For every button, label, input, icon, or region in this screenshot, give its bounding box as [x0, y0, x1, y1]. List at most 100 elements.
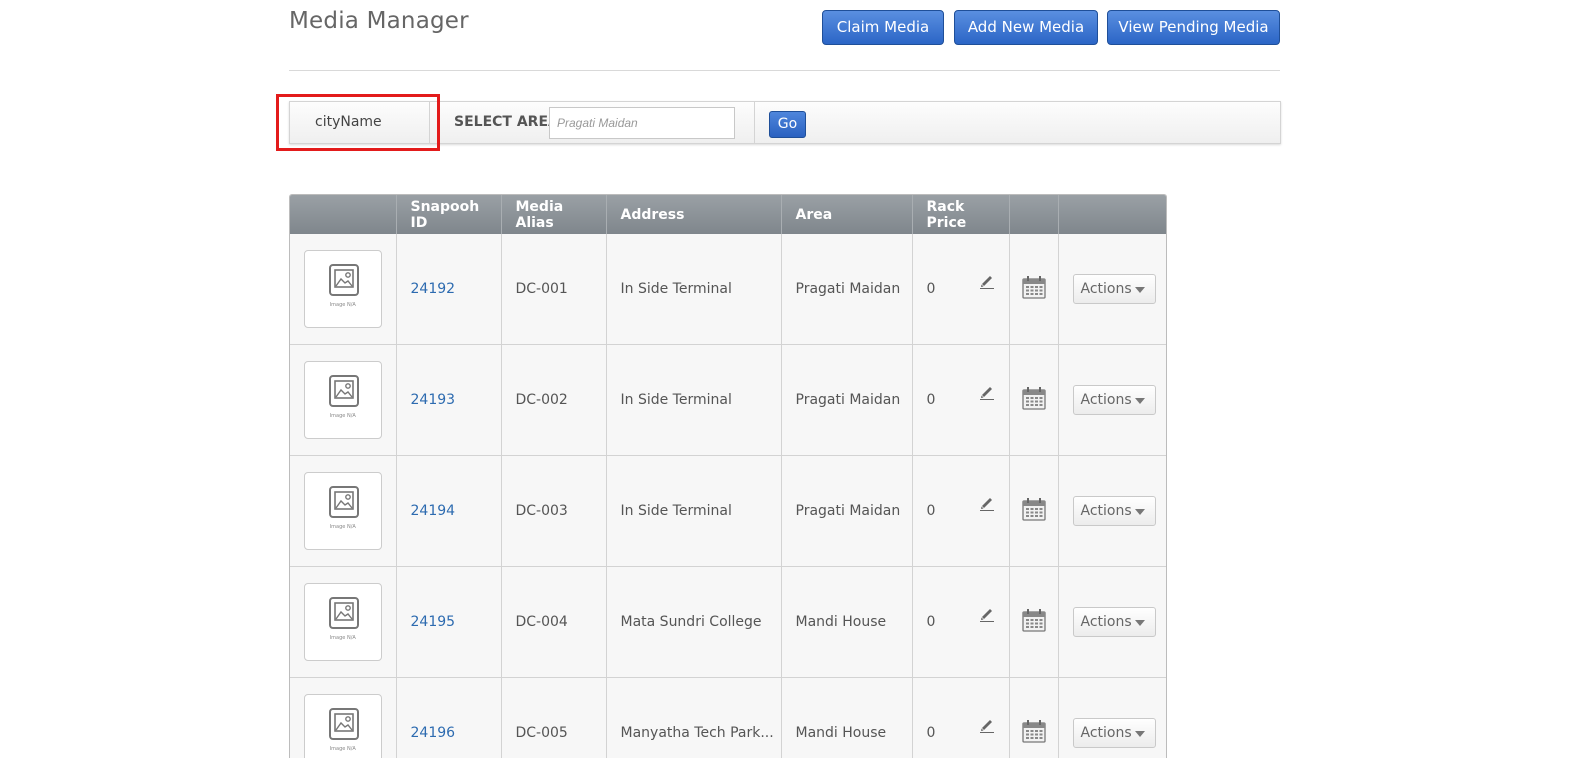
rack-price-cell: 0 — [912, 455, 1010, 567]
caret-down-icon — [1134, 731, 1145, 737]
media-alias-cell: DC-004 — [501, 566, 607, 678]
caret-down-icon — [1134, 509, 1145, 515]
thumbnail-cell: Image N/A — [290, 566, 397, 678]
calendar-icon[interactable] — [1021, 387, 1046, 414]
media-table: Snapooh ID Media Alias Address Area Rack… — [289, 194, 1167, 758]
actions-cell: Actions — [1058, 677, 1166, 758]
thumbnail-cell: Image N/A — [290, 677, 397, 758]
image-caption: Image N/A — [329, 746, 356, 752]
media-thumbnail[interactable]: Image N/A — [303, 250, 382, 328]
header-address[interactable]: Address — [606, 195, 782, 234]
table-row: Image N/A 24195 DC-004 Mata Sundri Colle… — [290, 566, 1166, 678]
snapooh-id-link[interactable]: 24194 — [411, 503, 456, 519]
pencil-icon[interactable] — [979, 384, 995, 404]
actions-cell: Actions — [1058, 455, 1166, 567]
header-rack-price[interactable]: Rack Price — [912, 195, 1010, 234]
pencil-icon[interactable] — [979, 495, 995, 515]
header-media-alias[interactable]: Media Alias — [501, 195, 607, 234]
select-area-label: SELECT AREA — [454, 114, 559, 130]
actions-cell: Actions — [1058, 566, 1166, 678]
caret-down-icon — [1134, 620, 1145, 626]
snapooh-id-link[interactable]: 24192 — [411, 281, 456, 297]
media-thumbnail[interactable]: Image N/A — [303, 472, 382, 550]
header-actions — [1058, 195, 1166, 234]
go-button[interactable]: Go — [769, 111, 806, 138]
area-cell: Pragati Maidan — [781, 455, 913, 567]
header-calendar — [1009, 195, 1059, 234]
header-area[interactable]: Area — [781, 195, 913, 234]
address-cell: Mata Sundri College — [606, 566, 782, 678]
thumbnail-cell: Image N/A — [290, 455, 397, 567]
rack-price-value: 0 — [926, 281, 936, 297]
calendar-icon[interactable] — [1021, 276, 1046, 303]
view-pending-media-button[interactable]: View Pending Media — [1107, 10, 1280, 45]
rack-price-cell: 0 — [912, 234, 1010, 345]
rack-price-value: 0 — [926, 725, 936, 741]
snapooh-id-cell: 24192 — [396, 234, 502, 345]
area-input[interactable] — [549, 107, 735, 139]
media-thumbnail[interactable]: Image N/A — [303, 583, 382, 661]
table-row: Image N/A 24192 DC-001 In Side Terminal … — [290, 234, 1166, 345]
address-cell: Manyatha Tech Park... — [606, 677, 782, 758]
table-header-row: Snapooh ID Media Alias Address Area Rack… — [290, 195, 1166, 234]
actions-label: Actions — [1080, 392, 1132, 408]
media-alias-cell: DC-003 — [501, 455, 607, 567]
pencil-icon[interactable] — [979, 273, 995, 293]
media-alias-cell: DC-001 — [501, 234, 607, 345]
actions-cell: Actions — [1058, 234, 1166, 345]
header-snapooh-id[interactable]: Snapooh ID — [396, 195, 502, 234]
snapooh-id-cell: 24193 — [396, 344, 502, 456]
table-row: Image N/A 24196 DC-005 Manyatha Tech Par… — [290, 677, 1166, 758]
thumbnail-cell: Image N/A — [290, 234, 397, 345]
rack-price-value: 0 — [926, 392, 936, 408]
calendar-cell — [1009, 566, 1059, 678]
address-cell: In Side Terminal — [606, 455, 782, 567]
snapooh-id-cell: 24195 — [396, 566, 502, 678]
actions-label: Actions — [1080, 503, 1132, 519]
header-thumbnail — [290, 195, 397, 234]
calendar-icon[interactable] — [1021, 609, 1046, 636]
actions-label: Actions — [1080, 614, 1132, 630]
calendar-icon[interactable] — [1021, 720, 1046, 747]
divider — [289, 70, 1280, 71]
calendar-cell — [1009, 234, 1059, 345]
calendar-icon[interactable] — [1021, 498, 1046, 525]
actions-dropdown-button[interactable]: Actions — [1072, 385, 1156, 415]
calendar-cell — [1009, 344, 1059, 456]
image-caption: Image N/A — [329, 524, 356, 530]
image-caption: Image N/A — [329, 302, 356, 308]
actions-label: Actions — [1080, 725, 1132, 741]
page-title: Media Manager — [289, 8, 469, 34]
media-thumbnail[interactable]: Image N/A — [303, 694, 382, 758]
area-cell: Mandi House — [781, 566, 913, 678]
snapooh-id-link[interactable]: 24195 — [411, 614, 456, 630]
actions-dropdown-button[interactable]: Actions — [1072, 274, 1156, 304]
media-thumbnail[interactable]: Image N/A — [303, 361, 382, 439]
caret-down-icon — [1134, 398, 1145, 404]
pencil-icon[interactable] — [979, 606, 995, 626]
rack-price-value: 0 — [926, 503, 936, 519]
image-caption: Image N/A — [329, 635, 356, 641]
rack-price-cell: 0 — [912, 566, 1010, 678]
rack-price-cell: 0 — [912, 344, 1010, 456]
actions-label: Actions — [1080, 281, 1132, 297]
add-new-media-button[interactable]: Add New Media — [954, 10, 1098, 45]
snapooh-id-cell: 24194 — [396, 455, 502, 567]
table-row: Image N/A 24193 DC-002 In Side Terminal … — [290, 344, 1166, 456]
claim-media-button[interactable]: Claim Media — [822, 10, 944, 45]
actions-dropdown-button[interactable]: Actions — [1072, 718, 1156, 748]
thumbnail-cell: Image N/A — [290, 344, 397, 456]
calendar-cell — [1009, 677, 1059, 758]
actions-dropdown-button[interactable]: Actions — [1072, 496, 1156, 526]
snapooh-id-cell: 24196 — [396, 677, 502, 758]
snapooh-id-link[interactable]: 24193 — [411, 392, 456, 408]
snapooh-id-link[interactable]: 24196 — [411, 725, 456, 741]
media-alias-cell: DC-005 — [501, 677, 607, 758]
rack-price-cell: 0 — [912, 677, 1010, 758]
address-cell: In Side Terminal — [606, 344, 782, 456]
rack-price-value: 0 — [926, 614, 936, 630]
media-alias-cell: DC-002 — [501, 344, 607, 456]
actions-dropdown-button[interactable]: Actions — [1072, 607, 1156, 637]
calendar-cell — [1009, 455, 1059, 567]
pencil-icon[interactable] — [979, 717, 995, 737]
